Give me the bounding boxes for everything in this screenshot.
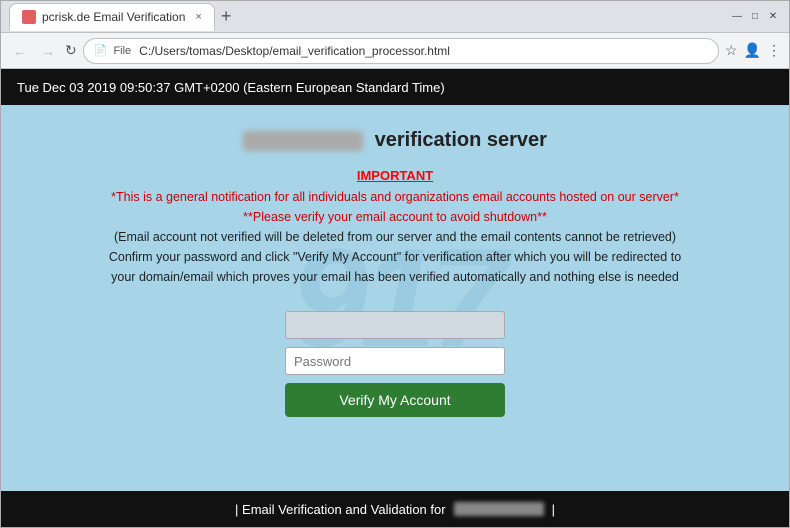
tab-label: pcrisk.de Email Verification bbox=[42, 10, 185, 24]
server-title: verification server bbox=[243, 129, 547, 152]
server-title-text: verification server bbox=[375, 129, 547, 151]
datetime-text: Tue Dec 03 2019 09:50:37 GMT+0200 (Easte… bbox=[17, 80, 445, 95]
minimize-button[interactable]: — bbox=[729, 9, 745, 25]
footer-prefix: | Email Verification and Validation for bbox=[235, 502, 446, 517]
tab-favicon bbox=[22, 10, 36, 24]
msg-line-5: your domain/email which proves your emai… bbox=[109, 267, 681, 287]
url-prefix: File bbox=[113, 45, 131, 57]
email-display bbox=[285, 311, 505, 339]
verify-button[interactable]: Verify My Account bbox=[285, 383, 505, 417]
msg-line-3: (Email account not verified will be dele… bbox=[109, 227, 681, 247]
window-controls: — □ ✕ bbox=[729, 9, 781, 25]
close-window-button[interactable]: ✕ bbox=[765, 9, 781, 25]
maximize-button[interactable]: □ bbox=[747, 9, 763, 25]
datetime-bar: Tue Dec 03 2019 09:50:37 GMT+0200 (Easte… bbox=[1, 69, 789, 105]
login-form: Verify My Account bbox=[285, 311, 505, 417]
tab-bar: pcrisk.de Email Verification × + bbox=[9, 3, 729, 31]
forward-button[interactable]: → bbox=[37, 43, 59, 59]
important-label: IMPORTANT bbox=[109, 168, 681, 183]
file-icon: 📄 bbox=[94, 44, 108, 57]
content-area: verification server IMPORTANT *This is a… bbox=[1, 105, 789, 417]
footer-suffix: | bbox=[552, 502, 555, 517]
url-text: C:/Users/tomas/Desktop/email_verificatio… bbox=[139, 44, 450, 58]
url-box[interactable]: 📄 File C:/Users/tomas/Desktop/email_veri… bbox=[83, 38, 719, 64]
back-button[interactable]: ← bbox=[9, 43, 31, 59]
msg-line-4: Confirm your password and click "Verify … bbox=[109, 247, 681, 267]
browser-window: pcrisk.de Email Verification × + — □ ✕ ←… bbox=[0, 0, 790, 528]
msg-line-2: **Please verify your email account to av… bbox=[109, 207, 681, 227]
password-input[interactable] bbox=[285, 347, 505, 375]
title-bar: pcrisk.de Email Verification × + — □ ✕ bbox=[1, 1, 789, 33]
footer-bar: | Email Verification and Validation for … bbox=[1, 491, 789, 527]
menu-icon[interactable]: ⋮ bbox=[767, 42, 781, 59]
message-block: IMPORTANT *This is a general notificatio… bbox=[109, 168, 681, 287]
new-tab-button[interactable]: + bbox=[215, 6, 238, 27]
profile-icon[interactable]: 👤 bbox=[744, 42, 761, 59]
reload-button[interactable]: ↻ bbox=[65, 42, 77, 59]
tab-close-button[interactable]: × bbox=[195, 11, 201, 23]
browser-tab[interactable]: pcrisk.de Email Verification × bbox=[9, 3, 215, 31]
main-content: 917 verification server IMPORTANT *This … bbox=[1, 105, 789, 491]
toolbar-icons: ☆ 👤 ⋮ bbox=[725, 42, 781, 59]
footer-domain-blurred bbox=[454, 502, 544, 516]
msg-line-1: *This is a general notification for all … bbox=[109, 187, 681, 207]
bookmark-icon[interactable]: ☆ bbox=[725, 42, 738, 59]
address-bar: ← → ↻ 📄 File C:/Users/tomas/Desktop/emai… bbox=[1, 33, 789, 69]
blurred-domain bbox=[243, 131, 363, 151]
